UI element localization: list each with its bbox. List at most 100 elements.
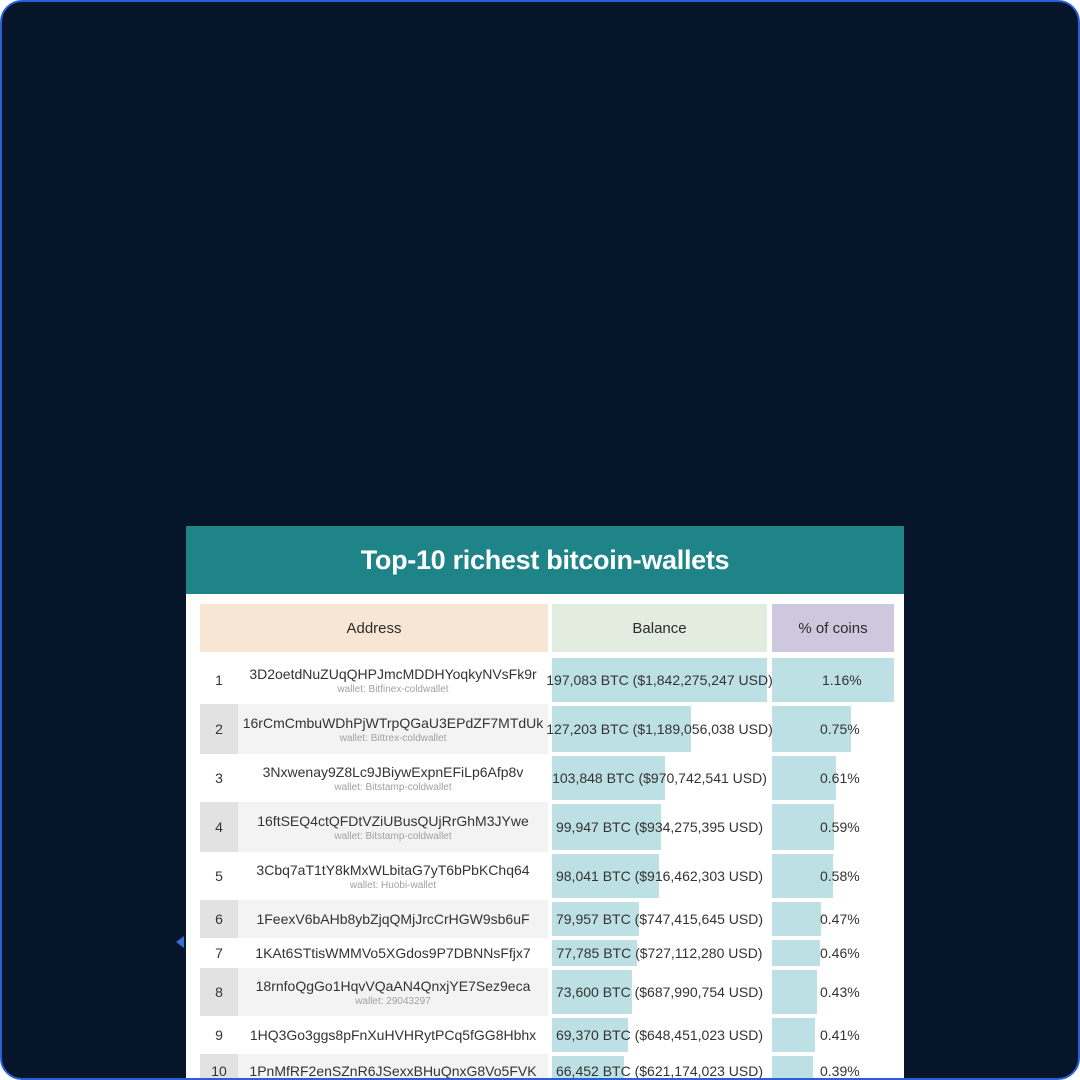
wallet-address[interactable]: 16rCmCmbuWDhPjWTrpQGaU3EPdZF7MTdUk xyxy=(243,715,544,731)
balance-cell: 73,600 BTC ($687,990,754 USD) xyxy=(552,970,767,1014)
address-cell: 1FeexV6bAHb8ybZjqQMjJrcCrHGW9sb6uF xyxy=(238,900,548,938)
balance-cell: 98,041 BTC ($916,462,303 USD) xyxy=(552,854,767,898)
rank-cell: 1 xyxy=(215,672,223,688)
rank-cell: 5 xyxy=(215,868,223,884)
balance-value: 103,848 BTC ($970,742,541 USD) xyxy=(552,770,767,786)
wallet-address[interactable]: 3Cbq7aT1tY8kMxWLbitaG7yT6bPbKChq64 xyxy=(256,862,529,878)
percent-cell: 0.75% xyxy=(772,706,894,752)
balance-value: 127,203 BTC ($1,189,056,038 USD) xyxy=(546,721,773,737)
address-cell: 1HQ3Go3ggs8pFnXuHVHRytPCq5fGG8Hbhx xyxy=(238,1016,548,1054)
wallet-address[interactable]: 3Nxwenay9Z8Lc9JBiywExpnEFiLp6Afp8v xyxy=(263,764,524,780)
wallet-label: wallet: Bittrex-coldwallet xyxy=(339,732,447,744)
percent-cell: 0.59% xyxy=(772,804,894,850)
percent-value: 0.43% xyxy=(820,984,860,1000)
wallet-label: wallet: Bitstamp-coldwallet xyxy=(334,830,452,842)
address-cell: 18rnfoQgGo1HqvVQaAN4QnxjYE7Sez9eca wallet… xyxy=(238,968,548,1016)
card-header: Top-10 richest bitcoin-wallets xyxy=(186,526,904,594)
wallet-address[interactable]: 3D2oetdNuZUqQHPJmcMDDHYoqkyNVsFk9r xyxy=(249,666,536,682)
rank-cell: 2 xyxy=(200,704,238,754)
percent-cell: 0.61% xyxy=(772,756,894,800)
wallet-address[interactable]: 18rnfoQgGo1HqvVQaAN4QnxjYE7Sez9eca xyxy=(256,978,531,994)
table-row: 8 18rnfoQgGo1HqvVQaAN4QnxjYE7Sez9eca walle… xyxy=(200,968,894,1016)
wallet-address[interactable]: 1HQ3Go3ggs8pFnXuHVHRytPCq5fGG8Hbhx xyxy=(250,1027,536,1043)
table-row: 6 1FeexV6bAHb8ybZjqQMjJrcCrHGW9sb6uF 79,95… xyxy=(200,900,894,938)
wallet-label: wallet: Huobi-wallet xyxy=(349,879,437,891)
table-row: 10 1PnMfRF2enSZnR6JSexxBHuQnxG8Vo5FVK 66,4… xyxy=(200,1054,894,1079)
percent-cell: 0.39% xyxy=(772,1056,894,1079)
percent-bar xyxy=(772,940,821,966)
percent-value: 0.58% xyxy=(820,868,860,884)
balance-cell: 99,947 BTC ($934,275,395 USD) xyxy=(552,804,767,850)
rank-cell: 9 xyxy=(215,1027,223,1043)
balance-cell: 66,452 BTC ($621,174,023 USD) xyxy=(552,1056,767,1079)
balance-value: 66,452 BTC ($621,174,023 USD) xyxy=(555,1063,763,1079)
wallet-label: wallet: Bitstamp-coldwallet xyxy=(334,781,452,793)
column-header-percent: % of coins xyxy=(772,604,894,652)
percent-value: 0.46% xyxy=(820,945,860,961)
rank-cell: 10 xyxy=(200,1054,238,1078)
percent-cell: 0.41% xyxy=(772,1018,894,1052)
percent-cell: 1.16% xyxy=(772,658,894,702)
address-cell: 3Nxwenay9Z8Lc9JBiywExpnEFiLp6Afp8v wallet… xyxy=(238,754,548,802)
percent-value: 0.41% xyxy=(820,1027,860,1043)
balance-value: 98,041 BTC ($916,462,303 USD) xyxy=(555,868,763,884)
table-row: 1 3D2oetdNuZUqQHPJmcMDDHYoqkyNVsFk9r walle… xyxy=(200,656,894,704)
balance-cell: 79,957 BTC ($747,415,645 USD) xyxy=(552,902,767,936)
table-row: 9 1HQ3Go3ggs8pFnXuHVHRytPCq5fGG8Hbhx 69,37… xyxy=(200,1016,894,1054)
balance-cell: 197,083 BTC ($1,842,275,247 USD) xyxy=(546,658,773,702)
rank-cell: 7 xyxy=(215,945,223,961)
table-row: 4 16ftSEQ4ctQFDtVZiUBusQUjRrGhM3JYwe walle… xyxy=(200,802,894,852)
table-header: Address Balance % of coins xyxy=(186,604,904,652)
address-cell: 3Cbq7aT1tY8kMxWLbitaG7yT6bPbKChq64 wallet… xyxy=(238,852,548,900)
percent-cell: 0.46% xyxy=(772,940,894,966)
balance-value: 197,083 BTC ($1,842,275,247 USD) xyxy=(546,672,773,688)
rank-cell: 6 xyxy=(200,900,238,938)
balance-cell: 127,203 BTC ($1,189,056,038 USD) xyxy=(546,706,773,752)
rank-cell: 8 xyxy=(200,968,238,1016)
balance-value: 73,600 BTC ($687,990,754 USD) xyxy=(555,984,763,1000)
column-header-balance: Balance xyxy=(552,604,767,652)
column-header-address: Address xyxy=(200,604,548,652)
wallet-address[interactable]: 1KAt6STtisWMMVo5XGdos9P7DBNNsFfjx7 xyxy=(255,945,530,961)
address-cell: 16ftSEQ4ctQFDtVZiUBusQUjRrGhM3JYwe wallet… xyxy=(238,802,548,852)
percent-bar xyxy=(772,1056,814,1078)
table-row: 7 1KAt6STtisWMMVo5XGdos9P7DBNNsFfjx7 77,78… xyxy=(200,938,894,968)
address-cell: 1PnMfRF2enSZnR6JSexxBHuQnxG8Vo5FVK xyxy=(238,1054,548,1078)
balance-value: 69,370 BTC ($648,451,023 USD) xyxy=(555,1027,763,1043)
wallet-label: wallet: 29043297 xyxy=(355,995,431,1007)
percent-value: 0.75% xyxy=(820,721,860,737)
percent-bar xyxy=(772,1018,816,1052)
rank-cell: 3 xyxy=(215,770,223,786)
rank-cell: 4 xyxy=(200,802,238,852)
arrow-left-icon xyxy=(176,936,184,948)
percent-bar xyxy=(772,902,822,936)
percent-value: 1.16% xyxy=(822,672,862,688)
table-row: 5 3Cbq7aT1tY8kMxWLbitaG7yT6bPbKChq64 walle… xyxy=(200,852,894,900)
balance-cell: 103,848 BTC ($970,742,541 USD) xyxy=(552,756,767,800)
card-title: Top-10 richest bitcoin-wallets xyxy=(360,544,730,575)
balance-cell: 77,785 BTC ($727,112,280 USD) xyxy=(552,940,767,966)
address-cell: 1KAt6STtisWMMVo5XGdos9P7DBNNsFfjx7 xyxy=(238,938,548,968)
wallet-address[interactable]: 16ftSEQ4ctQFDtVZiUBusQUjRrGhM3JYwe xyxy=(257,813,529,829)
percent-bar xyxy=(772,970,818,1014)
table-row: 3 3Nxwenay9Z8Lc9JBiywExpnEFiLp6Afp8v walle… xyxy=(200,754,894,802)
balance-value: 99,947 BTC ($934,275,395 USD) xyxy=(555,819,763,835)
percent-value: 0.61% xyxy=(820,770,860,786)
address-cell: 16rCmCmbuWDhPjWTrpQGaU3EPdZF7MTdUk wallet… xyxy=(238,704,548,754)
table-row: 2 16rCmCmbuWDhPjWTrpQGaU3EPdZF7MTdUk walle… xyxy=(200,704,894,754)
percent-cell: 0.47% xyxy=(772,902,894,936)
wallet-address[interactable]: 1FeexV6bAHb8ybZjqQMjJrcCrHGW9sb6uF xyxy=(256,911,529,927)
balance-value: 79,957 BTC ($747,415,645 USD) xyxy=(555,911,763,927)
address-cell: 3D2oetdNuZUqQHPJmcMDDHYoqkyNVsFk9r wallet… xyxy=(238,656,548,704)
percent-value: 0.47% xyxy=(820,911,860,927)
percent-value: 0.59% xyxy=(820,819,860,835)
wallet-label: wallet: Bitfinex-coldwallet xyxy=(337,683,449,695)
balance-cell: 69,370 BTC ($648,451,023 USD) xyxy=(552,1018,767,1052)
percent-cell: 0.43% xyxy=(772,970,894,1014)
wallets-table-card: Top-10 richest bitcoin-wallets Address B… xyxy=(186,526,904,1079)
percent-cell: 0.58% xyxy=(772,854,894,898)
background-frame: Top-10 richest bitcoin-wallets Address B… xyxy=(0,0,1080,1080)
balance-value: 77,785 BTC ($727,112,280 USD) xyxy=(556,945,763,961)
percent-value: 0.39% xyxy=(820,1063,860,1079)
wallet-address[interactable]: 1PnMfRF2enSZnR6JSexxBHuQnxG8Vo5FVK xyxy=(249,1063,536,1078)
